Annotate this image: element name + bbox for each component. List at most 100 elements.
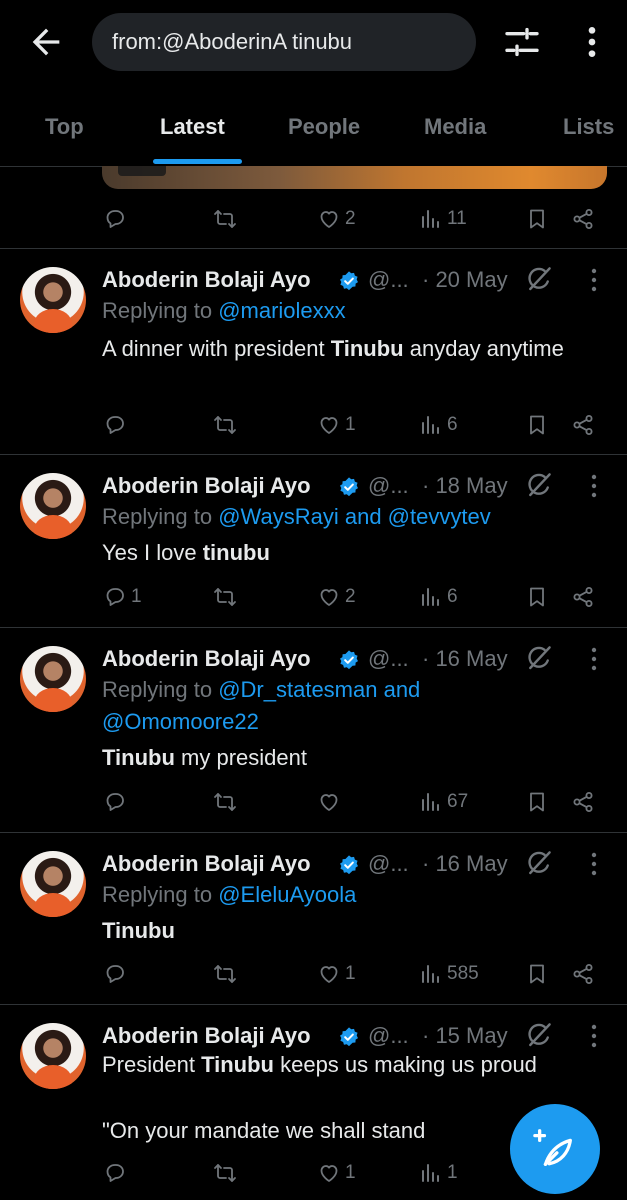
author-name[interactable]: Aboderin Bolaji Ayo <box>102 646 311 672</box>
mention-link[interactable]: @WaysRayi and @tevvytev <box>218 504 491 529</box>
views-button[interactable]: 67 <box>419 782 468 822</box>
like-button[interactable]: 2 <box>317 577 356 617</box>
comment-icon <box>103 585 127 609</box>
grok-icon[interactable] <box>524 470 554 500</box>
repost-icon <box>213 1161 237 1185</box>
mention-link[interactable]: @mariolexxx <box>218 298 345 323</box>
views-button[interactable]: 11 <box>419 199 467 239</box>
repost-button[interactable] <box>213 954 241 994</box>
repost-icon <box>213 790 237 814</box>
tweet[interactable]: Aboderin Bolaji Ayo @... · 18 May Replyi… <box>0 455 627 627</box>
like-button[interactable]: 2 <box>317 199 356 239</box>
tweet-date[interactable]: · 18 May <box>422 473 508 499</box>
tweet[interactable]: Aboderin Bolaji Ayo @... · 16 May Replyi… <box>0 628 627 832</box>
more-vertical-icon[interactable] <box>572 22 612 62</box>
sliders-icon[interactable] <box>502 22 542 62</box>
share-button[interactable] <box>571 577 595 617</box>
tweet[interactable]: Aboderin Bolaji Ayo @... · 20 May Replyi… <box>0 249 627 454</box>
verified-badge-icon <box>338 649 360 671</box>
tweet-header: Aboderin Bolaji Ayo @... · 15 May <box>102 1019 622 1053</box>
like-button[interactable] <box>317 782 345 822</box>
tab-top[interactable]: Top <box>45 114 84 140</box>
mention-link[interactable]: @Dr_statesman and <box>218 677 420 702</box>
reply-button[interactable] <box>103 1153 131 1193</box>
author-name[interactable]: Aboderin Bolaji Ayo <box>102 267 311 293</box>
repost-button[interactable] <box>213 577 241 617</box>
bookmark-button[interactable] <box>525 199 549 239</box>
share-button[interactable] <box>571 405 595 445</box>
repost-button[interactable] <box>213 1153 241 1193</box>
reply-button[interactable] <box>103 405 131 445</box>
tweet-date[interactable]: · 16 May <box>422 646 508 672</box>
compose-button[interactable] <box>510 1104 600 1194</box>
avatar[interactable] <box>20 851 86 917</box>
author-name[interactable]: Aboderin Bolaji Ayo <box>102 1023 311 1049</box>
tweet-date[interactable]: · 16 May <box>422 851 508 877</box>
comment-icon <box>103 962 127 986</box>
views-button[interactable]: 1 <box>419 1153 458 1193</box>
grok-icon[interactable] <box>524 848 554 878</box>
like-button[interactable]: 1 <box>317 1153 356 1193</box>
like-button[interactable]: 1 <box>317 954 356 994</box>
avatar[interactable] <box>20 473 86 539</box>
more-options-icon[interactable] <box>588 646 600 672</box>
like-count: 2 <box>345 208 356 229</box>
reply-button[interactable] <box>103 782 131 822</box>
author-name[interactable]: Aboderin Bolaji Ayo <box>102 851 311 877</box>
grok-icon[interactable] <box>524 1020 554 1050</box>
author-name[interactable]: Aboderin Bolaji Ayo <box>102 473 311 499</box>
tweet-text: Tinubu <box>102 915 602 947</box>
tab-people[interactable]: People <box>288 114 360 140</box>
repost-icon <box>213 585 237 609</box>
views-button[interactable]: 585 <box>419 954 479 994</box>
avatar[interactable] <box>20 1023 86 1089</box>
view-count: 11 <box>447 208 467 229</box>
bookmark-button[interactable] <box>525 577 549 617</box>
tweet-date[interactable]: · 20 May <box>422 267 508 293</box>
repost-button[interactable] <box>213 782 241 822</box>
bookmark-button[interactable] <box>525 954 549 994</box>
mention-link[interactable]: @Omomoore22 <box>102 709 259 734</box>
bookmark-button[interactable] <box>525 782 549 822</box>
mention-link[interactable]: @EleluAyoola <box>218 882 356 907</box>
tweet-date[interactable]: · 15 May <box>422 1023 508 1049</box>
grok-icon[interactable] <box>524 264 554 294</box>
more-options-icon[interactable] <box>588 851 600 877</box>
tweet[interactable]: Aboderin Bolaji Ayo @... · 16 May Replyi… <box>0 833 627 1004</box>
author-handle: @... <box>368 646 409 671</box>
share-button[interactable] <box>571 199 595 239</box>
grok-icon[interactable] <box>524 643 554 673</box>
compose-feather-icon <box>533 1129 572 1166</box>
search-input[interactable]: from:@AboderinA tinubu <box>92 13 476 71</box>
more-options-icon[interactable] <box>588 473 600 499</box>
tab-media[interactable]: Media <box>424 114 486 140</box>
tab-latest[interactable]: Latest <box>160 114 225 140</box>
comment-icon <box>103 790 127 814</box>
more-options-icon[interactable] <box>588 267 600 293</box>
share-icon <box>571 413 595 437</box>
repost-button[interactable] <box>213 405 241 445</box>
tweet-media-image[interactable] <box>102 166 607 189</box>
like-button[interactable]: 1 <box>317 405 356 445</box>
bookmark-button[interactable] <box>525 405 549 445</box>
views-button[interactable]: 6 <box>419 405 458 445</box>
share-button[interactable] <box>571 782 595 822</box>
avatar[interactable] <box>20 267 86 333</box>
heart-icon <box>317 585 341 609</box>
views-button[interactable]: 6 <box>419 577 458 617</box>
tab-lists[interactable]: Lists <box>563 114 614 140</box>
replying-to-label: Replying to <box>102 677 213 702</box>
share-button[interactable] <box>571 954 595 994</box>
reply-button[interactable] <box>103 954 131 994</box>
reply-button[interactable]: 1 <box>103 577 142 617</box>
reply-button[interactable] <box>103 199 131 239</box>
avatar[interactable] <box>20 646 86 712</box>
more-options-icon[interactable] <box>588 1023 600 1049</box>
tweet-text: Tinubu my president <box>102 742 602 774</box>
back-arrow-icon[interactable] <box>26 22 66 62</box>
tweet-actions: 1 6 <box>0 405 627 445</box>
tweet-text-part: anyday anytime <box>403 336 564 361</box>
repost-button[interactable] <box>213 199 241 239</box>
bookmark-icon <box>525 207 549 231</box>
comment-icon <box>103 1161 127 1185</box>
